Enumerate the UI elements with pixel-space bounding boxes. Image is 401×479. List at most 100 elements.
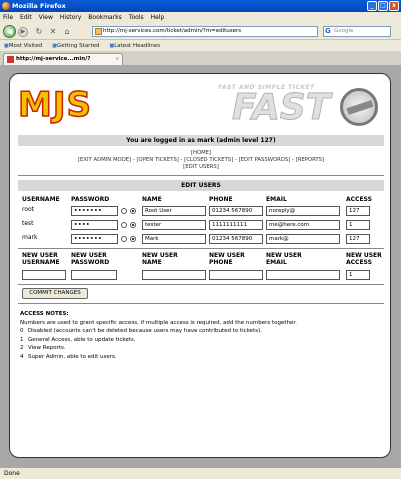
access-note-item: 1 General Access, able to update tickets. — [20, 336, 136, 343]
menu-file[interactable]: File — [3, 14, 13, 21]
browser-content: MJS FAST AND SIMPLE TICKET FAST You are … — [0, 65, 401, 467]
radio-off-root[interactable] — [121, 208, 127, 214]
new-username-input[interactable] — [22, 270, 66, 280]
password-field-root[interactable]: ••••••• — [71, 206, 118, 216]
google-icon: G — [325, 27, 331, 35]
new-phone-input[interactable] — [209, 270, 263, 280]
site-favicon-icon — [95, 28, 102, 35]
access-notes-title: ACCESS NOTES: — [20, 311, 69, 317]
access-notes-intro: Numbers are used to grant specific acces… — [20, 319, 297, 326]
menu-help[interactable]: Help — [151, 14, 165, 21]
new-name-input[interactable] — [142, 270, 206, 280]
header-email: EMAIL — [266, 196, 287, 203]
search-input[interactable]: G Google — [323, 26, 391, 37]
new-header-password: NEW USER PASSWORD — [71, 252, 110, 266]
radio-off-mark[interactable] — [121, 236, 127, 242]
logged-in-banner: You are logged in as mark (admin level 1… — [18, 135, 384, 146]
admin-links: [HOME] [EXIT ADMIN MODE] - [OPEN TICKETS… — [18, 150, 384, 171]
name-field-test[interactable]: tester — [142, 220, 206, 230]
tab-favicon-icon — [7, 56, 14, 63]
forward-button[interactable]: ▶ — [18, 27, 28, 37]
window-titlebar: Mozilla Firefox _ □ x — [0, 0, 401, 12]
phone-field-root[interactable]: 01234 567890 — [209, 206, 263, 216]
page-panel: MJS FAST AND SIMPLE TICKET FAST You are … — [9, 73, 391, 458]
stop-icon[interactable]: ✕ — [48, 27, 58, 37]
new-header-email: NEW USER EMAIL — [266, 252, 302, 266]
link-home[interactable]: [HOME] — [191, 150, 211, 156]
link-admin-menu[interactable]: [EXIT ADMIN MODE] - [OPEN TICKETS] - [CL… — [78, 157, 324, 163]
bookmark-getting-started[interactable]: Getting Started — [52, 43, 100, 49]
radio-on-root[interactable] — [130, 208, 136, 214]
header-name: NAME — [142, 196, 162, 203]
new-password-input[interactable] — [71, 270, 117, 280]
phone-field-mark[interactable]: 01234 567890 — [209, 234, 263, 244]
phone-field-test[interactable]: 1111111111 — [209, 220, 263, 230]
new-header-name: NEW USER NAME — [142, 252, 178, 266]
tab-close-icon[interactable]: x — [116, 54, 119, 65]
new-header-username: NEW USER USERNAME — [22, 252, 60, 266]
username-test: test — [22, 220, 34, 227]
link-edit-users[interactable]: [EDIT USERS] — [183, 164, 219, 170]
window-title: Mozilla Firefox — [12, 2, 66, 10]
access-note-item: 4 Super Admin, able to edit users. — [20, 353, 117, 360]
divider — [18, 303, 384, 304]
header-username: USERNAME — [22, 196, 60, 203]
reload-icon[interactable]: ↻ — [34, 27, 44, 37]
access-field-root[interactable]: 127 — [346, 206, 370, 216]
edit-users-title: EDIT USERS — [18, 180, 384, 191]
access-note-item: 0 Disabled (accounts can't be deleted bec… — [20, 328, 262, 335]
tab-bar: http://mj-service...min/?m=editusers x — [0, 51, 401, 73]
navigation-toolbar: ◀ ▶ ↻ ✕ ⌂ http://mj-services.com/ticket/… — [0, 23, 401, 40]
menu-history[interactable]: History — [60, 14, 81, 21]
menu-edit[interactable]: Edit — [20, 14, 32, 21]
access-field-mark[interactable]: 127 — [346, 234, 370, 244]
password-field-test[interactable]: •••• — [71, 220, 118, 230]
search-placeholder: Google — [334, 28, 354, 34]
email-field-root[interactable]: noreply@ — [266, 206, 340, 216]
menu-tools[interactable]: Tools — [129, 14, 144, 21]
bookmarks-toolbar: Most Visited Getting Started Latest Head… — [0, 40, 401, 51]
access-notes: ACCESS NOTES: Numbers are used to grant … — [20, 310, 376, 362]
radio-off-test[interactable] — [121, 222, 127, 228]
header-phone: PHONE — [209, 196, 233, 203]
menu-view[interactable]: View — [39, 14, 53, 21]
bookmark-latest-headlines[interactable]: Latest Headlines — [109, 43, 160, 49]
divider — [18, 175, 384, 176]
header-access: ACCESS — [346, 196, 372, 203]
access-field-test[interactable]: 1 — [346, 220, 370, 230]
status-bar: Done — [0, 467, 401, 479]
username-mark: mark — [22, 234, 38, 241]
email-field-test[interactable]: me@here.com — [266, 220, 340, 230]
home-icon[interactable]: ⌂ — [62, 27, 72, 37]
radio-on-mark[interactable] — [130, 236, 136, 242]
email-field-mark[interactable]: mark@ — [266, 234, 340, 244]
new-header-access: NEW USER ACCESS — [346, 252, 382, 266]
commit-changes-button[interactable]: COMMIT CHANGES — [22, 288, 88, 299]
divider — [18, 284, 384, 285]
back-button[interactable]: ◀ — [3, 25, 16, 38]
fast-logo: FAST — [231, 87, 331, 128]
url-text: http://mj-services.com/ticket/admin/?m=e… — [103, 28, 242, 34]
minimize-button[interactable]: _ — [367, 1, 377, 11]
menu-bar: File Edit View History Bookmarks Tools H… — [0, 12, 401, 23]
close-window-button[interactable]: x — [389, 1, 399, 11]
header-password: PASSWORD — [71, 196, 110, 203]
menu-bookmarks[interactable]: Bookmarks — [88, 14, 122, 21]
mjs-logo: MJS — [17, 85, 92, 125]
maximize-button[interactable]: □ — [378, 1, 388, 11]
tab-editusers[interactable]: http://mj-service...min/?m=editusers x — [3, 53, 123, 73]
divider — [18, 248, 384, 249]
name-field-mark[interactable]: Mark — [142, 234, 206, 244]
firefox-icon — [2, 2, 10, 10]
ticket-emblem-icon — [340, 88, 378, 126]
new-email-input[interactable] — [266, 270, 340, 280]
radio-on-test[interactable] — [130, 222, 136, 228]
access-note-item: 2 View Reports. — [20, 345, 66, 352]
bookmark-most-visited[interactable]: Most Visited — [4, 43, 42, 49]
new-header-phone: NEW USER PHONE — [209, 252, 245, 266]
password-field-mark[interactable]: ••••••• — [71, 234, 118, 244]
url-bar[interactable]: http://mj-services.com/ticket/admin/?m=e… — [92, 26, 318, 37]
new-access-input[interactable]: 1 — [346, 270, 370, 280]
username-root: root — [22, 206, 35, 213]
name-field-root[interactable]: Root User — [142, 206, 206, 216]
